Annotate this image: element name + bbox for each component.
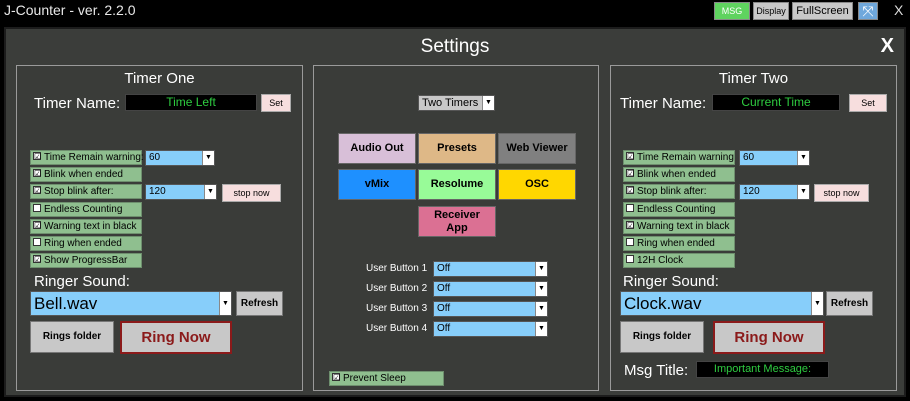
- timer-two-panel: Timer Two Timer Name: Current Time Set ☑…: [610, 65, 897, 391]
- checkbox-icon: ☑: [33, 169, 42, 179]
- t2-ringer-select[interactable]: Clock.wav ▼: [620, 291, 824, 316]
- checkbox-icon: ☑: [626, 152, 635, 162]
- checkbox-icon: [626, 238, 634, 247]
- t1-blink-select[interactable]: 120 ▼: [145, 184, 217, 200]
- timer-two-set-button[interactable]: Set: [849, 94, 887, 112]
- timer-one-name-input[interactable]: Time Left: [125, 94, 257, 111]
- t1-stop-now-button[interactable]: stop now: [222, 184, 281, 202]
- chevron-down-icon: ▼: [535, 302, 547, 316]
- t1-ringer-select[interactable]: Bell.wav ▼: [30, 291, 232, 316]
- chevron-down-icon: ▼: [535, 282, 547, 296]
- msg-button[interactable]: MSG: [714, 2, 750, 20]
- t2-check-stop-blink-after[interactable]: ☑ Stop blink after:: [623, 184, 735, 199]
- t2-warning-select[interactable]: 60 ▼: [739, 150, 810, 166]
- user-button-4-label: User Button 4: [366, 323, 428, 334]
- user-button-1-label: User Button 1: [366, 263, 428, 274]
- chevron-down-icon: ▼: [202, 151, 214, 165]
- timer-mode-select[interactable]: Two Timers ▼: [418, 95, 495, 111]
- checkbox-icon: ☑: [626, 221, 635, 231]
- t1-check-show-progressbar[interactable]: ☑ Show ProgressBar: [30, 253, 142, 268]
- window-close-button[interactable]: X: [894, 2, 903, 18]
- t2-check-endless-counting[interactable]: Endless Counting: [623, 202, 735, 217]
- t2-check-12h-clock[interactable]: 12H Clock: [623, 253, 735, 268]
- user-button-3-select[interactable]: Off ▼: [433, 301, 548, 317]
- t2-ringer-label: Ringer Sound:: [623, 273, 719, 290]
- t2-check-time-remain-warning[interactable]: ☑ Time Remain warning: [623, 150, 735, 165]
- t2-blink-select[interactable]: 120 ▼: [739, 184, 810, 200]
- t1-check-blink-when-ended[interactable]: ☑ Blink when ended: [30, 167, 142, 182]
- presets-button[interactable]: Presets: [418, 133, 496, 164]
- user-button-1-select[interactable]: Off ▼: [433, 261, 548, 277]
- checkbox-icon: ☑: [33, 221, 42, 231]
- checkbox-icon: [33, 204, 41, 213]
- checkbox-icon: ☑: [33, 152, 42, 162]
- t2-refresh-button[interactable]: Refresh: [826, 291, 873, 316]
- t2-stop-now-button[interactable]: stop now: [814, 184, 869, 202]
- user-button-3-label: User Button 3: [366, 303, 428, 314]
- t1-check-ring-when-ended[interactable]: Ring when ended: [30, 236, 142, 251]
- web-viewer-button[interactable]: Web Viewer: [498, 133, 576, 164]
- display-button[interactable]: Display: [753, 2, 789, 20]
- vmix-button[interactable]: vMix: [338, 169, 416, 200]
- timer-one-panel: Timer One Timer Name: Time Left Set ☑ Tim…: [16, 65, 303, 391]
- expand-icon[interactable]: ⤧: [858, 2, 878, 20]
- t2-check-blink-when-ended[interactable]: ☑ Blink when ended: [623, 167, 735, 182]
- osc-button[interactable]: OSC: [498, 169, 576, 200]
- prevent-sleep-check[interactable]: ☑ Prevent Sleep: [329, 371, 444, 386]
- settings-dialog: Settings X Timer One Timer Name: Time Le…: [4, 27, 906, 397]
- t1-refresh-button[interactable]: Refresh: [236, 291, 283, 316]
- chevron-down-icon: ▼: [535, 322, 547, 336]
- checkbox-icon: ☑: [626, 169, 635, 179]
- timer-one-set-button[interactable]: Set: [261, 94, 291, 112]
- checkbox-icon: ☑: [33, 186, 42, 196]
- settings-title: Settings: [420, 36, 490, 57]
- checkbox-icon: [626, 255, 634, 264]
- t1-check-stop-blink-after[interactable]: ☑ Stop blink after:: [30, 184, 142, 199]
- fullscreen-button[interactable]: FullScreen: [792, 2, 853, 20]
- timer-one-name-label: Timer Name:: [34, 95, 121, 112]
- settings-close-button[interactable]: X: [881, 35, 894, 58]
- checkbox-icon: ☑: [33, 255, 42, 265]
- timer-two-name-input[interactable]: Current Time: [712, 94, 840, 111]
- title-bar: J-Counter - ver. 2.2.0 MSG Display FullS…: [0, 0, 910, 22]
- middle-panel: Two Timers ▼ Audio Out Presets Web Viewer…: [313, 65, 599, 391]
- msg-title-input[interactable]: Important Message:: [696, 361, 829, 378]
- chevron-down-icon: ▼: [482, 96, 494, 110]
- t1-check-endless-counting[interactable]: Endless Counting: [30, 202, 142, 217]
- timer-two-name-label: Timer Name:: [620, 95, 707, 112]
- t2-ring-now-button[interactable]: Ring Now: [713, 321, 825, 354]
- checkbox-icon: ☑: [626, 186, 635, 196]
- chevron-down-icon: ▼: [204, 185, 216, 199]
- t1-check-time-remain-warning[interactable]: ☑ Time Remain warning:: [30, 150, 144, 165]
- msg-title-label: Msg Title:: [624, 362, 689, 379]
- chevron-down-icon: ▼: [535, 262, 547, 276]
- chevron-down-icon: ▼: [811, 292, 823, 315]
- user-button-2-select[interactable]: Off ▼: [433, 281, 548, 297]
- user-button-2-label: User Button 2: [366, 283, 428, 294]
- checkbox-icon: ☑: [332, 373, 341, 383]
- t1-ringer-label: Ringer Sound:: [34, 273, 130, 290]
- timer-two-title: Timer Two: [718, 70, 789, 87]
- timer-one-title: Timer One: [124, 70, 195, 87]
- t1-check-warning-text-black[interactable]: ☑ Warning text in black: [30, 219, 142, 234]
- chevron-down-icon: ▼: [797, 151, 809, 165]
- user-button-4-select[interactable]: Off ▼: [433, 321, 548, 337]
- checkbox-icon: [33, 238, 41, 247]
- t2-check-warning-text-black[interactable]: ☑ Warning text in black: [623, 219, 735, 234]
- t1-warning-select[interactable]: 60 ▼: [145, 150, 215, 166]
- t2-check-ring-when-ended[interactable]: Ring when ended: [623, 236, 735, 251]
- chevron-down-icon: ▼: [219, 292, 231, 315]
- app-title: J-Counter - ver. 2.2.0: [4, 2, 136, 18]
- receiver-app-button[interactable]: Receiver App: [418, 206, 496, 237]
- chevron-down-icon: ▼: [797, 185, 809, 199]
- audio-out-button[interactable]: Audio Out: [338, 133, 416, 164]
- t1-rings-folder-button[interactable]: Rings folder: [30, 321, 114, 353]
- t1-ring-now-button[interactable]: Ring Now: [120, 321, 232, 354]
- resolume-button[interactable]: Resolume: [418, 169, 496, 200]
- t2-rings-folder-button[interactable]: Rings folder: [620, 321, 704, 353]
- checkbox-icon: [626, 204, 634, 213]
